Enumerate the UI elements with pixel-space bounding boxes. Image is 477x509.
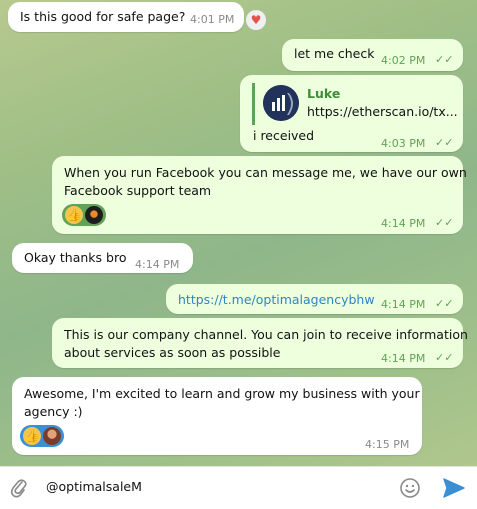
- message-time: 4:15 PM: [365, 438, 410, 451]
- double-check-icon: ✓✓: [435, 136, 454, 149]
- message-input[interactable]: [46, 479, 376, 494]
- message-time: 4:01 PM: [190, 13, 235, 26]
- thumbs-up-icon: 👍: [23, 427, 41, 445]
- message-text: agency :): [24, 404, 83, 419]
- message-time: 4:14 PM: [135, 258, 180, 271]
- reply-preview[interactable]: Luke https://etherscan.io/tx...: [252, 83, 458, 125]
- message-incoming[interactable]: Is this good for safe page? 4:01 PM: [8, 2, 244, 32]
- double-check-icon: ✓✓: [435, 297, 454, 310]
- message-text: Okay thanks bro: [24, 250, 127, 265]
- avatar: [43, 427, 61, 445]
- double-check-icon: ✓✓: [435, 351, 454, 364]
- message-text: let me check: [294, 46, 375, 61]
- message-text: Is this good for safe page?: [20, 9, 186, 24]
- reaction-pill[interactable]: 👍: [62, 204, 106, 226]
- message-outgoing[interactable]: This is our company channel. You can joi…: [52, 318, 468, 368]
- message-text: about services as soon as possible: [64, 345, 281, 360]
- message-text: Facebook support team: [64, 183, 212, 198]
- reply-author: Luke: [307, 86, 341, 101]
- message-outgoing[interactable]: let me check 4:02 PM ✓✓: [282, 39, 463, 71]
- etherscan-logo-icon: [263, 85, 299, 121]
- message-text: Awesome, I'm excited to learn and grow m…: [24, 386, 420, 401]
- avatar: [85, 206, 103, 224]
- message-time: 4:02 PM: [381, 54, 426, 67]
- heart-reaction-icon[interactable]: ♥: [246, 10, 266, 30]
- message-outgoing[interactable]: https://t.me/optimalagencybhw 4:14 PM ✓✓: [166, 284, 463, 314]
- message-text: This is our company channel. You can joi…: [64, 327, 468, 342]
- message-composer: [0, 466, 477, 509]
- reply-text: https://etherscan.io/tx...: [307, 104, 458, 119]
- message-incoming[interactable]: Okay thanks bro 4:14 PM: [12, 243, 193, 273]
- message-time: 4:03 PM: [381, 137, 426, 150]
- message-time: 4:14 PM: [381, 298, 426, 311]
- smiley-icon[interactable]: [399, 477, 421, 499]
- message-text: i received: [253, 128, 315, 143]
- message-incoming[interactable]: Awesome, I'm excited to learn and grow m…: [12, 377, 422, 455]
- double-check-icon: ✓✓: [435, 53, 454, 66]
- send-icon[interactable]: [441, 477, 467, 499]
- message-time: 4:14 PM: [381, 217, 426, 230]
- paperclip-icon[interactable]: [8, 477, 30, 499]
- reactions[interactable]: 👍: [20, 425, 64, 447]
- message-outgoing[interactable]: Luke https://etherscan.io/tx... i receiv…: [240, 75, 463, 152]
- message-text: When you run Facebook you can message me…: [64, 165, 467, 180]
- reaction-pill[interactable]: 👍: [20, 425, 64, 447]
- double-check-icon: ✓✓: [435, 216, 454, 229]
- chat-area[interactable]: Is this good for safe page? 4:01 PM ♥ le…: [0, 0, 477, 466]
- thumbs-up-icon: 👍: [65, 206, 83, 224]
- message-outgoing[interactable]: When you run Facebook you can message me…: [52, 156, 467, 234]
- message-link[interactable]: https://t.me/optimalagencybhw: [178, 291, 375, 309]
- reactions[interactable]: 👍: [62, 204, 106, 226]
- message-time: 4:14 PM: [381, 352, 426, 365]
